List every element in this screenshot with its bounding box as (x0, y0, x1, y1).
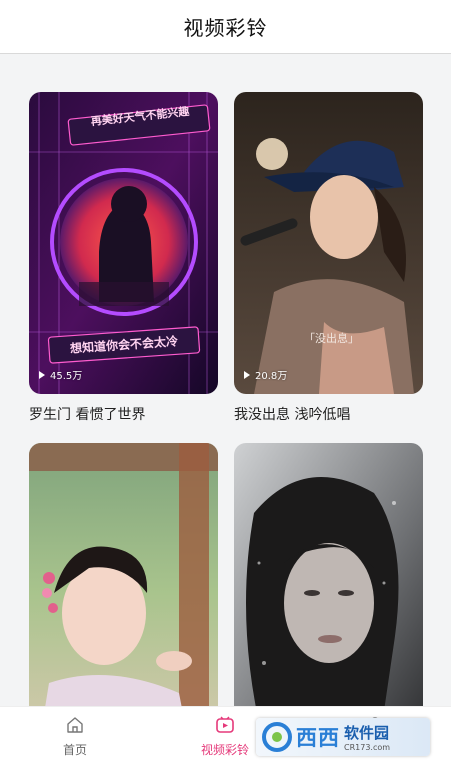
tab-label: 首页 (62, 743, 87, 757)
video-card[interactable] (234, 443, 423, 745)
tab-home[interactable]: 首页 (20, 707, 130, 765)
rain-portrait-image (234, 443, 423, 745)
video-title: 我没出息 浅吟低唱 (234, 407, 351, 423)
app-screen: 视频彩铃 再美好天气不能兴趣 想知道你会不会太冷 45.5万 罗生门 看惯了世界… (0, 0, 451, 765)
watermark-logo-icon (262, 722, 292, 752)
play-count-value: 45.5万 (50, 371, 83, 382)
watermark-side: 软件园 CR173.com (344, 722, 390, 752)
hanfu-portrait-image (29, 443, 218, 745)
video-card[interactable]: 「没出息」 20.8万 我没出息 浅吟低唱 (234, 92, 423, 424)
home-icon (67, 717, 83, 733)
overlay-caption-text: 「没出息」 (304, 332, 359, 345)
header-bar: 视频彩铃 (0, 0, 451, 54)
page-title: 视频彩铃 (183, 16, 268, 40)
play-icon (244, 370, 250, 379)
watermark-main-text: 西西 (296, 726, 340, 750)
video-card[interactable]: 再美好天气不能兴趣 想知道你会不会太冷 45.5万 罗生门 看惯了世界 (29, 92, 218, 424)
video-thumbnail[interactable]: 「没出息」 20.8万 (234, 92, 423, 394)
play-count: 45.5万 (39, 367, 82, 382)
video-ringtone-icon (216, 716, 234, 733)
tab-label: 视频彩铃 (200, 743, 249, 757)
play-count-value: 20.8万 (255, 371, 288, 382)
play-icon (39, 370, 45, 379)
video-title: 罗生门 看惯了世界 (29, 407, 146, 423)
watermark-url-text: CR173.com (344, 743, 391, 752)
video-thumbnail[interactable] (234, 443, 423, 745)
singer-portrait-image (234, 92, 423, 394)
play-count: 20.8万 (244, 367, 287, 382)
video-thumbnail[interactable]: 再美好天气不能兴趣 想知道你会不会太冷 45.5万 (29, 92, 218, 394)
site-watermark: 西西 软件园 CR173.com (256, 718, 430, 756)
video-card[interactable] (29, 443, 218, 745)
watermark-side-text: 软件园 (344, 724, 390, 742)
video-thumbnail[interactable] (29, 443, 218, 745)
